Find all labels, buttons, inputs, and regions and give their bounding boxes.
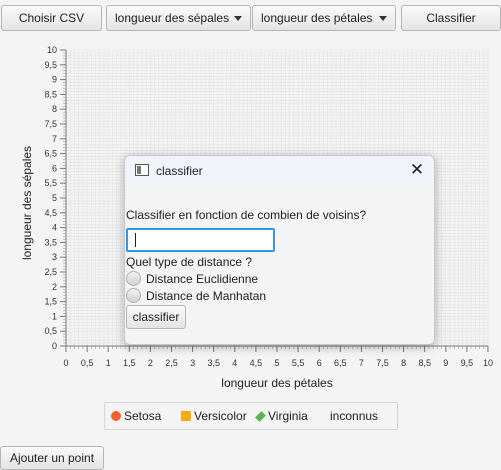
x-tick-label: 8 (401, 358, 406, 368)
y-tick-label: 9 (52, 75, 57, 85)
legend-item-unknown: inconnus (330, 409, 378, 423)
neighbors-input[interactable] (126, 228, 275, 252)
x-axis-title: longueur des pétales (221, 376, 332, 390)
x-tick-label: 1,5 (123, 358, 136, 368)
x-axis-select[interactable]: longueur des sépales (106, 5, 251, 31)
text-caret (135, 233, 136, 247)
y-tick-label: 1 (52, 311, 57, 321)
add-point-label: Ajouter un point (9, 451, 95, 465)
classifier-dialog: classifier ✕ Classifier en fonction de c… (124, 155, 435, 345)
square-icon (181, 411, 191, 421)
y-tick-label: 7 (52, 134, 57, 144)
neighbors-question: Classifier en fonction de combien de voi… (126, 208, 367, 222)
distance-question: Quel type de distance ? (126, 255, 253, 269)
y-tick-label: 0 (52, 341, 57, 351)
x-tick-label: 2,5 (165, 358, 178, 368)
y-tick-label: 3 (52, 252, 57, 262)
circle-icon (111, 411, 121, 421)
x-tick-label: 10 (483, 358, 493, 368)
y-tick-label: 1,5 (44, 297, 57, 307)
radio-euclidean-label: Distance Euclidienne (146, 271, 259, 286)
y-tick-label: 2,5 (44, 267, 57, 277)
window-icon (135, 164, 149, 176)
add-point-button[interactable]: Ajouter un point (0, 446, 104, 470)
x-tick-label: 6,5 (334, 358, 347, 368)
legend-label-versicolor: Versicolor (194, 409, 247, 423)
x-tick-label: 9 (443, 358, 448, 368)
y-tick-label: 0,5 (44, 326, 57, 336)
y-tick-label: 6,5 (44, 149, 57, 159)
y-tick-label: 5 (52, 193, 57, 203)
x-tick-label: 7,5 (376, 358, 389, 368)
y-tick-label: 2 (52, 282, 57, 292)
x-tick-label: 4 (232, 358, 237, 368)
classify-label: Classifier (426, 11, 476, 25)
legend-item-versicolor: Versicolor (181, 409, 247, 423)
classifier-submit-button[interactable]: classifier (126, 305, 186, 329)
y-tick-label: 8,5 (44, 89, 57, 99)
legend-item-virginia: Virginia (255, 409, 308, 423)
x-tick-label: 7 (359, 358, 364, 368)
y-axis-title: longueur des sépales (20, 146, 34, 260)
x-tick-label: 8,5 (418, 358, 431, 368)
x-tick-label: 9,5 (461, 358, 474, 368)
choose-csv-button[interactable]: Choisir CSV (1, 5, 102, 31)
x-tick-label: 0,5 (81, 358, 94, 368)
x-tick-label: 4,5 (250, 358, 263, 368)
y-axis-select-value: longueur des pétales (261, 11, 373, 25)
y-tick-label: 6 (52, 163, 57, 173)
radio-circle-icon[interactable] (126, 271, 141, 286)
dialog-titlebar[interactable]: classifier ✕ (125, 156, 434, 186)
dialog-title: classifier (156, 164, 203, 178)
choose-csv-label: Choisir CSV (18, 11, 85, 25)
y-tick-label: 9,5 (44, 60, 57, 70)
x-tick-label: 2 (148, 358, 153, 368)
radio-manhattan[interactable]: Distance de Manhatan (126, 288, 266, 303)
y-tick-label: 8 (52, 104, 57, 114)
y-tick-label: 7,5 (44, 119, 57, 129)
legend-label-unknown: inconnus (330, 409, 379, 423)
x-tick-label: 3,5 (207, 358, 220, 368)
x-tick-label: 6 (317, 358, 322, 368)
chart-legend: Setosa Versicolor Virginia inconnus (104, 402, 398, 430)
y-tick-label: 4,5 (44, 208, 57, 218)
x-tick-label: 1 (106, 358, 111, 368)
classifier-submit-label: classifier (132, 310, 180, 324)
radio-manhattan-label: Distance de Manhatan (146, 288, 267, 303)
close-icon[interactable]: ✕ (408, 161, 426, 179)
radio-circle-icon[interactable] (126, 288, 141, 303)
y-tick-label: 5,5 (44, 178, 57, 188)
chevron-down-icon (234, 15, 242, 21)
x-tick-label: 0 (63, 358, 68, 368)
legend-item-setosa: Setosa (111, 409, 161, 423)
legend-label-virginia: Virginia (268, 409, 308, 423)
y-axis-select[interactable]: longueur des pétales (252, 5, 396, 31)
x-axis-select-value: longueur des sépales (115, 11, 230, 25)
x-tick-label: 5,5 (292, 358, 305, 368)
y-tick-label: 10 (47, 45, 57, 55)
radio-euclidean[interactable]: Distance Euclidienne (126, 271, 258, 286)
classify-button[interactable]: Classifier (401, 5, 501, 31)
y-tick-label: 3,5 (44, 237, 57, 247)
legend-label-setosa: Setosa (124, 409, 162, 423)
x-tick-label: 5 (274, 358, 279, 368)
chevron-down-icon (379, 15, 387, 21)
x-tick-label: 3 (190, 358, 195, 368)
diamond-icon (255, 410, 266, 422)
y-tick-label: 4 (52, 223, 57, 233)
